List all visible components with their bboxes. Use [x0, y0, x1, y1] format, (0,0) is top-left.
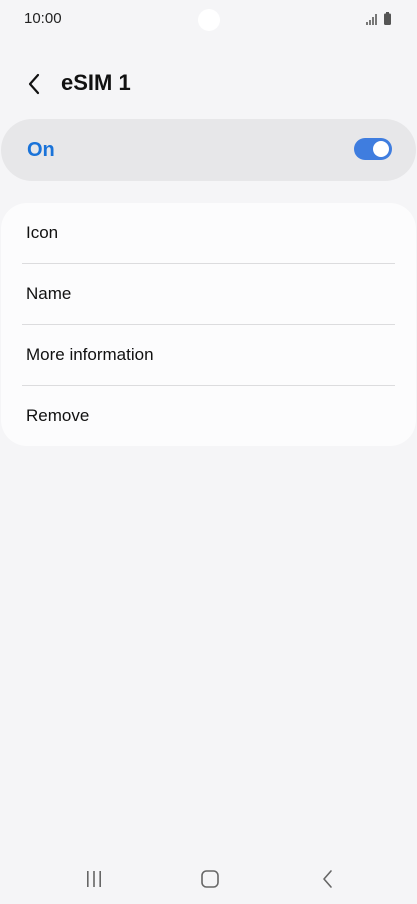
navigation-bar [0, 860, 417, 898]
master-switch-label: On [27, 139, 55, 161]
options-list: Icon Name More information Remove [1, 203, 416, 446]
option-name[interactable]: Name [1, 264, 416, 325]
chevron-left-icon [28, 73, 40, 95]
home-button[interactable] [192, 866, 228, 892]
option-label: More information [26, 345, 154, 364]
status-icons [366, 12, 391, 25]
master-toggle-switch[interactable] [354, 138, 392, 160]
nav-back-button[interactable] [310, 866, 346, 892]
recents-button[interactable] [76, 866, 112, 892]
back-button[interactable] [18, 68, 50, 100]
signal-icon [366, 14, 377, 25]
back-icon [323, 870, 332, 888]
status-bar: 10:00 [0, 0, 417, 40]
home-icon [201, 870, 219, 888]
page-title: eSIM 1 [61, 70, 131, 95]
battery-icon [384, 12, 391, 25]
option-label: Remove [26, 406, 90, 425]
status-time: 10:00 [24, 10, 62, 27]
option-more-information[interactable]: More information [1, 325, 416, 386]
option-icon[interactable]: Icon [1, 203, 416, 264]
toggle-knob [373, 141, 389, 157]
app-header: eSIM 1 [0, 58, 417, 110]
option-label: Icon [26, 223, 59, 242]
master-switch-row[interactable]: On [1, 119, 416, 181]
camera-cutout [198, 9, 220, 31]
option-label: Name [26, 284, 72, 303]
recents-icon [87, 871, 101, 887]
option-remove[interactable]: Remove [1, 386, 416, 446]
